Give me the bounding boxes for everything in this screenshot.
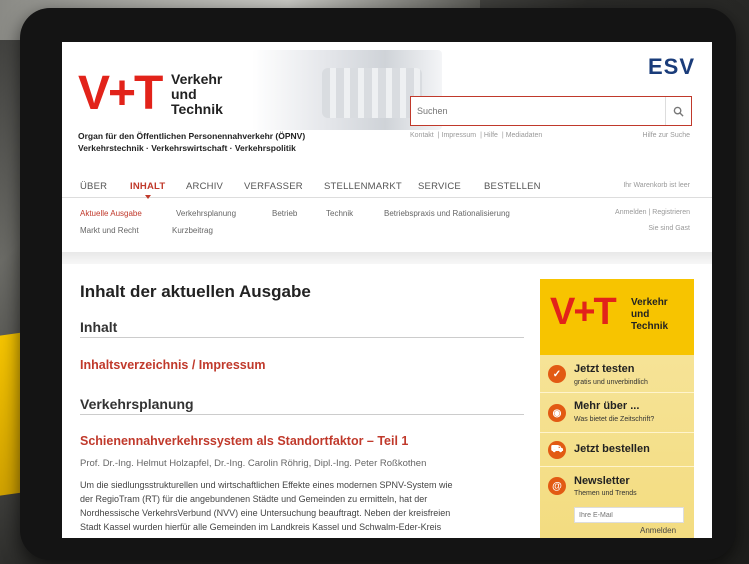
sidebar-item-sub: gratis und unverbindlich (574, 379, 648, 386)
sidebar-item-jetzt-bestellen[interactable]: ⛟ Jetzt bestellen (540, 433, 694, 467)
user-status: Sie sind Gast (648, 225, 690, 232)
site-logo[interactable]: V+T (78, 70, 163, 118)
sidebar-logo-line-3: Technik (631, 321, 669, 332)
search-help-link[interactable]: Hilfe zur Suche (643, 132, 690, 139)
sidebar-logo-box[interactable]: V+T Verkehr und Technik (540, 279, 694, 355)
sidebar-item-sub: Was bietet die Zeitschrift? (574, 416, 655, 423)
cart-status[interactable]: Ihr Warenkorb ist leer (623, 182, 690, 189)
main-nav: ÜBER INHALT ARCHIV VERFASSER STELLENMARK… (62, 178, 712, 199)
section-divider (62, 252, 712, 264)
search-input[interactable] (411, 97, 663, 125)
sidebar-item-label: Jetzt bestellen (574, 443, 650, 455)
newsletter-email-input[interactable] (574, 507, 684, 523)
page-title: Inhalt der aktuellen Ausgabe (80, 282, 311, 301)
logo-line-3: Technik (171, 101, 223, 117)
sidebar-logo-line-2: und (631, 309, 650, 320)
section-heading-inhalt: Inhalt (80, 319, 118, 335)
tagline-line-2: Verkehrstechnik · Verkehrswirtschaft · V… (78, 143, 296, 153)
eye-icon: ◉ (548, 404, 566, 422)
site-logo-text: Verkehr und Technik (171, 72, 223, 117)
sidebar: V+T Verkehr und Technik ✓ Jetzt testen g… (540, 279, 694, 538)
search-box (410, 96, 692, 126)
tagline: Organ für den Öffentlichen Personennahve… (78, 130, 305, 154)
subnav-technik[interactable]: Technik (326, 209, 353, 218)
link-impressum[interactable]: Impressum (442, 132, 477, 139)
nav-item-inhalt[interactable]: INHALT (130, 181, 165, 199)
website-screen: V+T Verkehr und Technik Organ für den Öf… (62, 42, 712, 538)
subnav-betriebspraxis[interactable]: Betriebspraxis und Rationalisierung (384, 209, 510, 218)
nav-item-verfasser[interactable]: VERFASSER (244, 181, 303, 192)
sidebar-item-sub: Themen und Trends (574, 490, 637, 497)
nav-item-ueber[interactable]: ÜBER (80, 181, 107, 192)
tagline-line-1: Organ für den Öffentlichen Personennahve… (78, 131, 306, 141)
nav-item-stellenmarkt[interactable]: STELLENMARKT (324, 181, 402, 192)
sidebar-logo-text: Verkehr und Technik (631, 297, 668, 333)
sidebar-item-label: Newsletter (574, 475, 630, 487)
sidebar-item-jetzt-testen[interactable]: ✓ Jetzt testen gratis und unverbindlich (540, 355, 694, 393)
link-hilfe[interactable]: Hilfe (484, 132, 498, 139)
newsletter-subscribe-button[interactable]: Anmelden (640, 526, 676, 535)
abstract-line: Nordhessische VerkehrsVerbund (NVV) eine… (80, 508, 451, 518)
abstract-line: der RegioTram (RT) für die angebundenen … (80, 494, 428, 504)
abstract-line: Stadt Kassel wurden hierfür alle Gemeind… (80, 522, 442, 532)
subnav-verkehrsplanung[interactable]: Verkehrsplanung (176, 209, 236, 218)
logo-line-1: Verkehr (171, 71, 223, 87)
nav-item-service[interactable]: SERVICE (418, 181, 461, 192)
section-heading-verkehrsplanung: Verkehrsplanung (80, 396, 194, 412)
subnav-markt-recht[interactable]: Markt und Recht (80, 226, 139, 235)
check-icon: ✓ (548, 365, 566, 383)
top-links: Kontakt | Impressum | Hilfe | Mediadaten (410, 132, 543, 139)
toc-link[interactable]: Inhaltsverzeichnis / Impressum (80, 358, 266, 372)
at-icon: @ (548, 477, 566, 495)
sidebar-logo-line-1: Verkehr (631, 297, 668, 308)
section-rule (80, 414, 524, 415)
subnav-betrieb[interactable]: Betrieb (272, 209, 297, 218)
link-kontakt[interactable]: Kontakt (410, 132, 434, 139)
article-title-link[interactable]: Schienennahverkehrssystem als Standortfa… (80, 434, 408, 448)
sidebar-logo-mark: V+T (550, 291, 617, 333)
publisher-logo-text: ESV (648, 54, 696, 79)
link-mediadaten[interactable]: Mediadaten (506, 132, 543, 139)
abstract-line: Um die siedlungsstrukturellen und wirtsc… (80, 480, 453, 490)
article-authors: Prof. Dr.-Ing. Helmut Holzapfel, Dr.-Ing… (80, 458, 427, 469)
subnav-kurzbeitrag[interactable]: Kurzbeitrag (172, 226, 213, 235)
sidebar-item-label: Jetzt testen (574, 363, 635, 375)
section-rule (80, 337, 524, 338)
nav-item-bestellen[interactable]: BESTELLEN (484, 181, 541, 192)
logo-line-2: und (171, 86, 197, 102)
cart-icon: ⛟ (548, 441, 566, 459)
article-abstract: Um die siedlungsstrukturellen und wirtsc… (80, 478, 530, 534)
sidebar-item-label: Mehr über ... (574, 400, 640, 412)
search-icon (673, 106, 684, 117)
search-button[interactable] (665, 97, 691, 125)
nav-item-archiv[interactable]: ARCHIV (186, 181, 223, 192)
subnav-aktuelle-ausgabe[interactable]: Aktuelle Ausgabe (80, 209, 142, 218)
sidebar-item-mehr-ueber[interactable]: ◉ Mehr über ... Was bietet die Zeitschri… (540, 393, 694, 433)
publisher-logo[interactable]: ESV (648, 54, 695, 80)
login-register-link[interactable]: Anmelden | Registrieren (615, 209, 690, 216)
